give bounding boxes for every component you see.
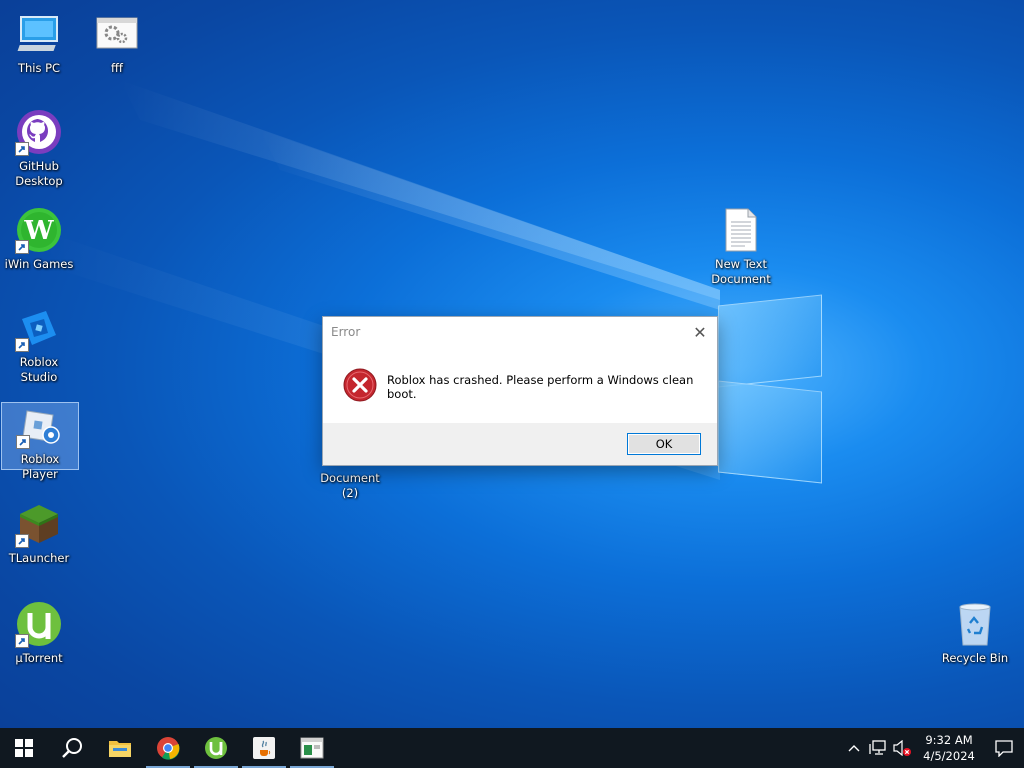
start-button[interactable]: [0, 728, 48, 768]
desktop-icon-this-pc[interactable]: This PC: [0, 10, 78, 76]
roblox-player-icon: [16, 403, 64, 449]
windows-logo-pane-bottom: [718, 380, 822, 484]
notification-icon: [995, 740, 1013, 757]
file-explorer-icon: [109, 741, 131, 757]
action-center-button[interactable]: [984, 728, 1024, 768]
search-icon: [62, 738, 82, 758]
taskbar-file-explorer[interactable]: [96, 728, 144, 768]
search-button[interactable]: [48, 728, 96, 768]
system-tray: 9:32 AM 4/5/2024: [842, 728, 1024, 768]
network-icon: [869, 740, 886, 755]
taskbar-clock[interactable]: 9:32 AM 4/5/2024: [914, 732, 984, 764]
taskbar-utorrent[interactable]: [192, 728, 240, 768]
shortcut-arrow-icon: [16, 435, 30, 449]
settings-file-icon: [93, 10, 141, 58]
iwin-icon: W: [15, 206, 63, 254]
taskbar-app-window[interactable]: [288, 728, 336, 768]
dialog-close-button[interactable]: ✕: [689, 321, 711, 343]
utorrent-icon: [15, 600, 63, 648]
ok-button[interactable]: OK: [627, 433, 701, 455]
recycle-bin-icon: [951, 600, 999, 648]
tray-overflow-button[interactable]: [842, 728, 866, 768]
tray-network-button[interactable]: [866, 728, 890, 768]
shortcut-arrow-icon: [15, 338, 29, 352]
java-icon: [253, 737, 275, 759]
error-icon: [343, 368, 377, 406]
shortcut-arrow-icon: [15, 534, 29, 548]
start-icon: [15, 739, 33, 757]
desktop-icon-github-desktop[interactable]: GitHub Desktop: [0, 108, 78, 189]
text-document-icon: [717, 206, 765, 254]
shortcut-arrow-icon: [15, 240, 29, 254]
clock-time: 9:32 AM: [925, 733, 973, 747]
chevron-up-icon: [848, 745, 860, 752]
error-dialog: Error ✕ Roblox has crashed. Please perfo…: [322, 316, 718, 466]
tlauncher-icon: [15, 500, 63, 548]
desktop-icon-new-text-document[interactable]: New Text Document: [702, 206, 780, 287]
desktop-icon-roblox-player[interactable]: Roblox Player: [1, 402, 79, 481]
desktop-icon-fff[interactable]: fff: [78, 10, 156, 76]
tray-volume-button[interactable]: [890, 728, 914, 768]
taskbar-chrome[interactable]: [144, 728, 192, 768]
desktop-icon-iwin-games[interactable]: W iWin Games: [0, 206, 78, 272]
volume-muted-icon: [893, 740, 911, 756]
dialog-body: Roblox has crashed. Please perform a Win…: [343, 357, 707, 417]
clock-date: 4/5/2024: [923, 749, 975, 763]
shortcut-arrow-icon: [15, 142, 29, 156]
close-icon: ✕: [693, 322, 707, 342]
dialog-title: Error: [331, 325, 361, 339]
shortcut-arrow-icon: [15, 634, 29, 648]
github-icon: [15, 108, 63, 156]
roblox-studio-icon: [15, 304, 63, 352]
taskbar: 9:32 AM 4/5/2024: [0, 728, 1024, 768]
utorrent-icon: [205, 737, 227, 759]
computer-icon: [15, 10, 63, 58]
windows-logo-pane-top: [718, 294, 822, 388]
taskbar-java[interactable]: [240, 728, 288, 768]
app-window-icon: [300, 737, 324, 759]
desktop-icon-recycle-bin[interactable]: Recycle Bin: [936, 600, 1014, 666]
desktop-icon-tlauncher[interactable]: TLauncher: [0, 500, 78, 566]
desktop-icon-roblox-studio[interactable]: Roblox Studio: [0, 304, 78, 385]
desktop-icon-utorrent[interactable]: µTorrent: [0, 600, 78, 666]
dialog-message: Roblox has crashed. Please perform a Win…: [387, 373, 694, 401]
chrome-icon: [157, 737, 180, 760]
dialog-footer: OK: [323, 423, 717, 465]
